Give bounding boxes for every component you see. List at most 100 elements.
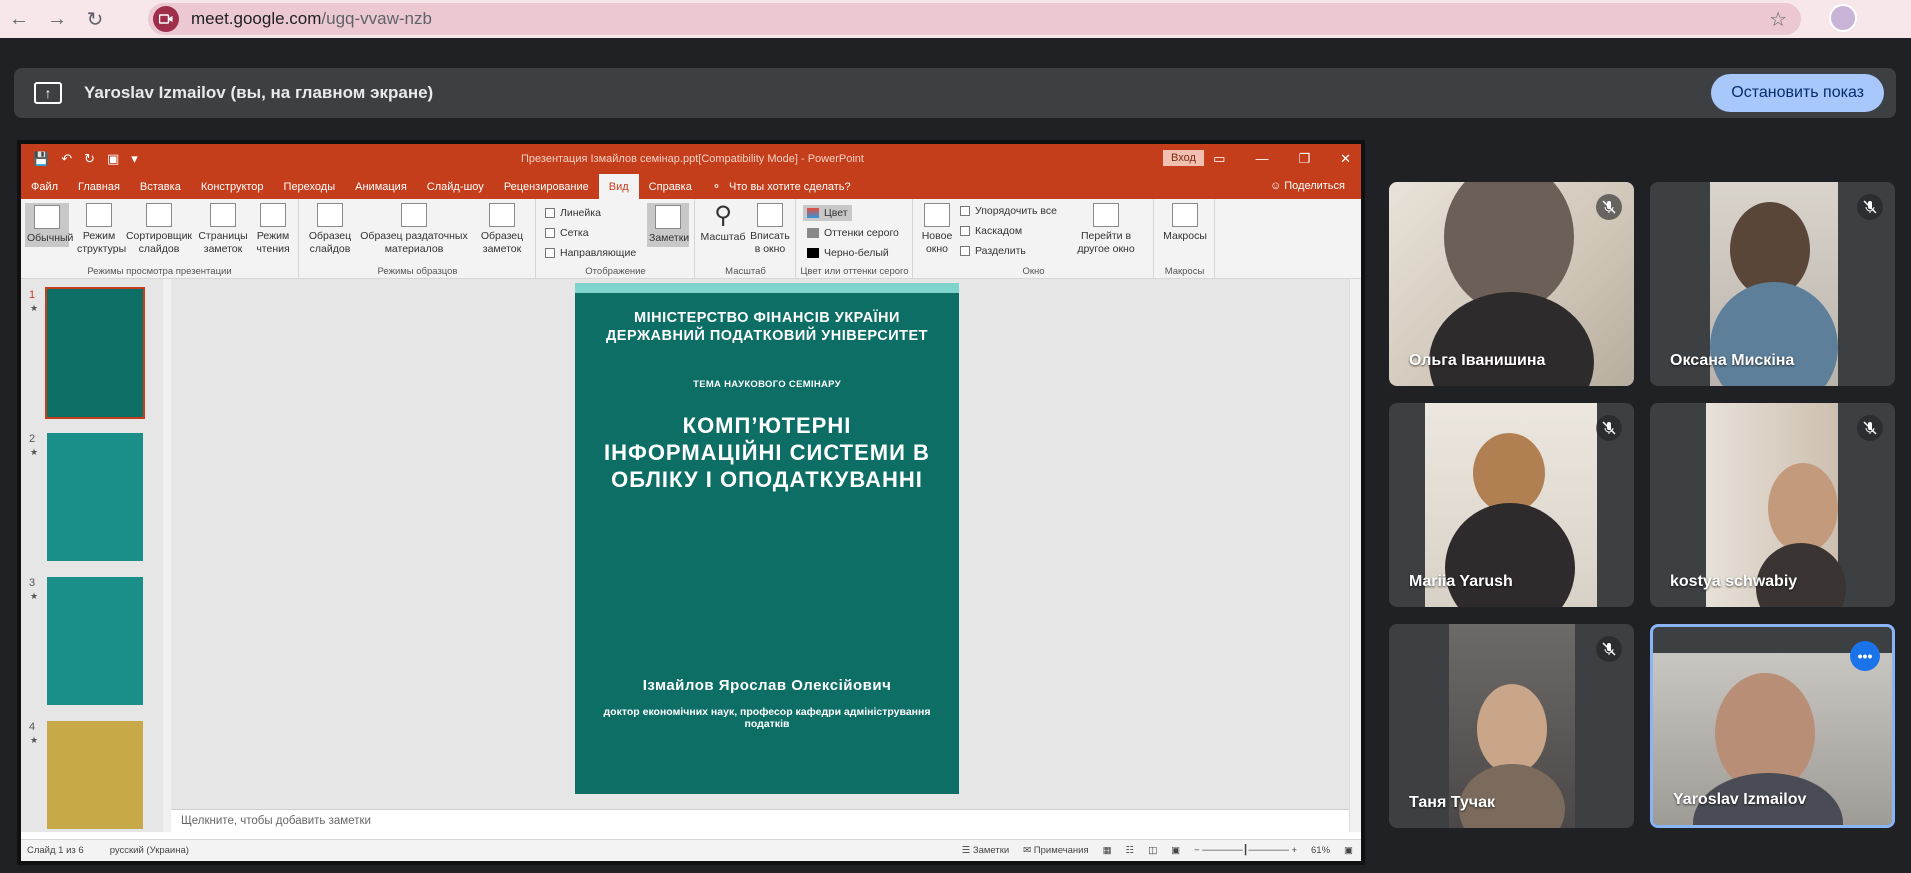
fit-to-window-button[interactable]: Вписать в окно: [748, 203, 792, 256]
participant-name: Mariia Yarush: [1409, 573, 1513, 590]
normal-view-button[interactable]: Обычный: [25, 203, 73, 247]
split-button[interactable]: Разделить: [960, 245, 1026, 257]
slide-scrollbar[interactable]: [1349, 279, 1361, 832]
reload-icon[interactable]: ↻: [76, 0, 114, 38]
mic-off-icon: [1857, 194, 1883, 220]
profile-avatar[interactable]: [1829, 4, 1857, 32]
notes-master-button[interactable]: Образец заметок: [474, 203, 530, 256]
arrow-left-icon[interactable]: ←: [0, 0, 38, 38]
participant-tile-self[interactable]: ••• Yaroslav Izmailov: [1650, 624, 1895, 828]
tab-help[interactable]: Справка: [639, 174, 702, 199]
thumbnail-scrollbar[interactable]: [163, 279, 171, 832]
fit-window-icon: [757, 203, 783, 227]
thumbnail-slide-1[interactable]: [45, 287, 145, 419]
language-indicator[interactable]: русский (Украина): [110, 845, 189, 856]
participant-tile[interactable]: Таня Тучак: [1389, 624, 1634, 828]
slide-thumbnails[interactable]: 1 ★ 2 ★ 3 ★ 4 ★: [21, 279, 171, 832]
undo-icon[interactable]: ↶: [61, 151, 72, 167]
notes-status-icon: ☰: [961, 845, 973, 856]
close-icon[interactable]: ✕: [1340, 151, 1351, 167]
slideshow-status-icon[interactable]: ▣: [1171, 845, 1180, 856]
new-window-icon: [924, 203, 950, 227]
arrow-right-icon[interactable]: →: [38, 0, 76, 38]
slide-number: 3: [29, 577, 36, 589]
slide-counter: Слайд 1 из 6: [27, 845, 84, 856]
tab-insert[interactable]: Вставка: [130, 174, 191, 199]
comments-status-button[interactable]: ✉ Примечания: [1023, 845, 1088, 856]
tab-transitions[interactable]: Переходы: [274, 174, 346, 199]
split-icon: [960, 246, 970, 256]
address-bar[interactable]: meet.google.com/ugq-vvaw-nzb ☆: [148, 3, 1801, 35]
color-swatch-icon: [807, 208, 819, 218]
animation-star-icon: ★: [30, 303, 39, 313]
zoom-button[interactable]: ⚲ Масштаб: [700, 203, 746, 244]
fit-slide-icon[interactable]: ▣: [1344, 845, 1353, 856]
participant-tile[interactable]: kostya schwabiy: [1650, 403, 1895, 607]
grid-checkbox[interactable]: Сетка: [545, 227, 589, 239]
notes-pane[interactable]: Щелкните, чтобы добавить заметки: [171, 809, 1349, 832]
signin-button[interactable]: Вход: [1163, 150, 1204, 166]
thumbnail-slide-2[interactable]: [47, 433, 143, 561]
handout-master-button[interactable]: Образец раздаточных материалов: [358, 203, 470, 256]
tab-slideshow[interactable]: Слайд-шоу: [417, 174, 494, 199]
tab-view[interactable]: Вид: [598, 174, 639, 199]
color-button[interactable]: Цвет: [803, 205, 852, 221]
ruler-checkbox[interactable]: Линейка: [545, 207, 601, 219]
slide-master-button[interactable]: Образец слайдов: [304, 203, 356, 256]
notes-status-button[interactable]: ☰ Заметки: [962, 845, 1010, 856]
tell-me-search[interactable]: ⚬ Что вы хотите сделать?: [702, 174, 861, 199]
notes-toggle-button[interactable]: Заметки: [647, 203, 689, 247]
notes-page-button[interactable]: Страницы заметок: [197, 203, 249, 256]
tab-home[interactable]: Главная: [68, 174, 130, 199]
participant-tile[interactable]: Оксана Мискіна: [1650, 182, 1895, 386]
stop-presenting-button[interactable]: Остановить показ: [1711, 74, 1884, 112]
tab-design[interactable]: Конструктор: [191, 174, 274, 199]
thumbnail-slide-3[interactable]: [47, 577, 143, 705]
handout-master-icon: [401, 203, 427, 227]
sorter-view-status-icon[interactable]: ☷: [1126, 845, 1135, 856]
current-slide[interactable]: МІНІСТЕРСТВО ФІНАНСІВ УКРАЇНИ ДЕРЖАВНИЙ …: [575, 283, 959, 794]
thumbnail-slide-4[interactable]: [47, 721, 143, 829]
presenting-text: Yaroslav Izmailov (вы, на главном экране…: [84, 83, 434, 102]
new-window-button[interactable]: Новое окно: [918, 203, 956, 256]
group-window: Новое окно Упорядочить все Каскадом Разд…: [914, 199, 1154, 279]
save-icon[interactable]: 💾: [33, 151, 49, 167]
participant-tile[interactable]: Mariia Yarush: [1389, 403, 1634, 607]
normal-view-status-icon[interactable]: ▦: [1103, 845, 1112, 856]
arrange-all-button[interactable]: Упорядочить все: [960, 205, 1057, 217]
ribbon-display-icon[interactable]: ▭: [1213, 151, 1225, 167]
redo-icon[interactable]: ↻: [84, 151, 95, 167]
minimize-icon[interactable]: —: [1255, 151, 1268, 167]
switch-window-button[interactable]: Перейти в другое окно: [1066, 203, 1146, 256]
tab-file[interactable]: Файл: [21, 174, 68, 199]
outline-view-button[interactable]: Режим структуры: [77, 203, 126, 256]
slide-sorter-button[interactable]: Сортировщик слайдов: [125, 203, 193, 256]
zoom-level[interactable]: 61%: [1311, 845, 1330, 856]
grayscale-button[interactable]: Оттенки серого: [807, 227, 899, 239]
guides-checkbox[interactable]: Направляющие: [545, 247, 636, 259]
group-zoom: ⚲ Масштаб Вписать в окно Масштаб: [696, 199, 796, 279]
notes-page-icon: [210, 203, 236, 227]
mic-off-icon: [1596, 194, 1622, 220]
document-title: Презентация Ізмайлов семінар.ppt[Compati…: [521, 153, 864, 165]
zoom-slider[interactable]: − ──────┃────── +: [1194, 845, 1297, 856]
tab-review[interactable]: Рецензирование: [494, 174, 599, 199]
star-icon[interactable]: ☆: [1769, 7, 1787, 32]
slide-number: 1: [29, 289, 36, 301]
reading-view-status-icon[interactable]: ◫: [1148, 845, 1157, 856]
macros-button[interactable]: Макросы: [1159, 203, 1211, 243]
mic-off-icon: [1857, 415, 1883, 441]
ribbon-tabs: Файл Главная Вставка Конструктор Переход…: [21, 174, 1361, 199]
share-button[interactable]: ☺ Поделиться: [1270, 180, 1345, 192]
person-icon: ☺: [1269, 180, 1285, 192]
restore-icon[interactable]: ❐: [1298, 151, 1310, 167]
more-options-icon[interactable]: •••: [1850, 641, 1880, 671]
presentation-icon[interactable]: ▣: [107, 151, 119, 167]
cascade-button[interactable]: Каскадом: [960, 225, 1022, 237]
participant-name: Yaroslav Izmailov: [1673, 791, 1807, 808]
customize-icon[interactable]: ▾: [131, 151, 138, 167]
tab-animations[interactable]: Анимация: [345, 174, 417, 199]
reading-view-button[interactable]: Режим чтения: [251, 203, 295, 256]
participant-tile[interactable]: Ольга Іванишина: [1389, 182, 1634, 386]
black-white-button[interactable]: Черно-белый: [807, 247, 889, 259]
